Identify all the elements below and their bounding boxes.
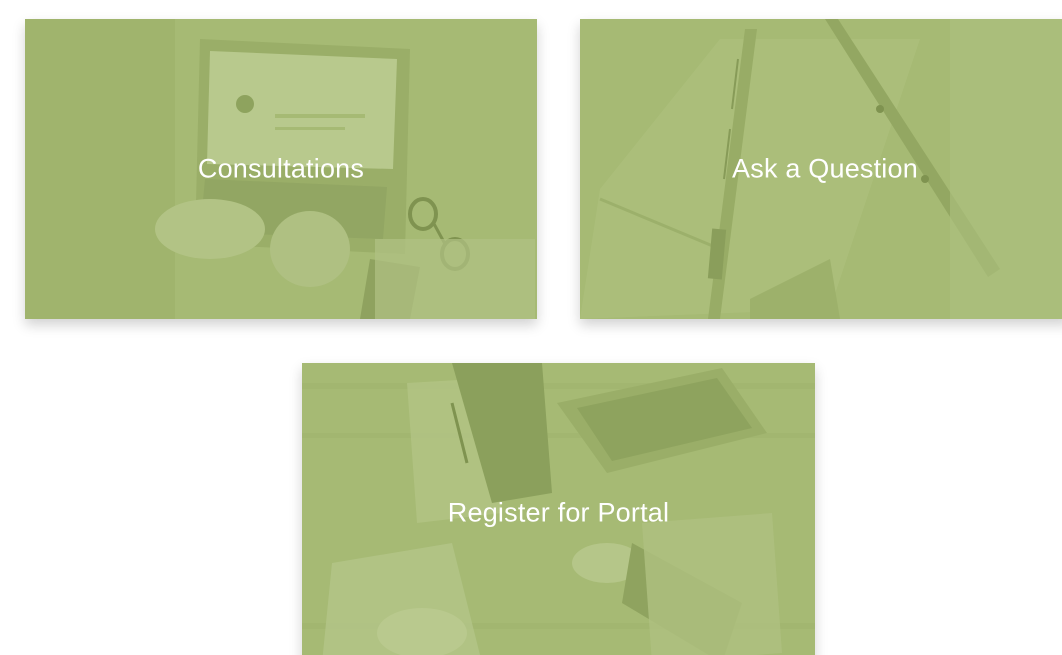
consultations-tile[interactable]: Consultations [25, 19, 537, 319]
register-for-portal-label: Register for Portal [447, 497, 670, 528]
consultations-label: Consultations [197, 153, 365, 184]
ask-a-question-tile[interactable]: Ask a Question [580, 19, 1062, 319]
register-for-portal-tile[interactable]: Register for Portal [302, 363, 815, 655]
ask-a-question-label: Ask a Question [732, 153, 918, 184]
